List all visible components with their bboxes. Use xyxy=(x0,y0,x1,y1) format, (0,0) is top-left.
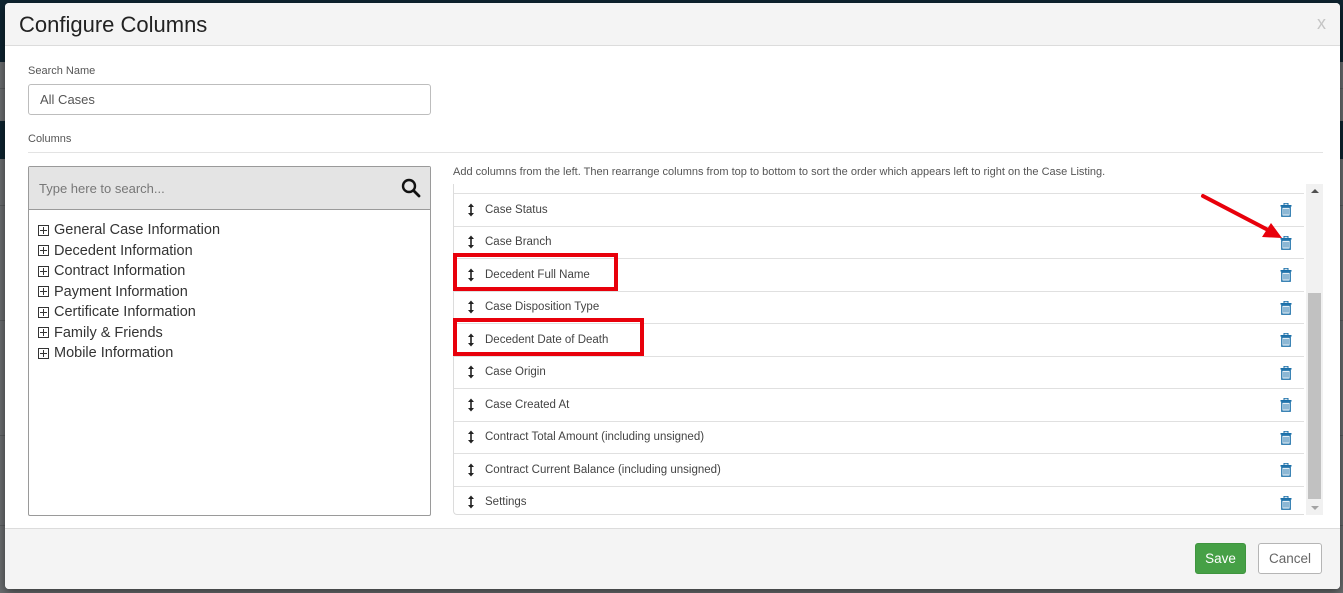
available-columns-panel: General Case Information Decedent Inform… xyxy=(28,166,431,516)
configure-columns-dialog: Configure Columns x Search Name Columns … xyxy=(5,3,1340,589)
expand-plus-icon[interactable] xyxy=(38,224,49,236)
expand-plus-icon[interactable] xyxy=(38,306,49,318)
column-label: Contract Total Amount (including unsigne… xyxy=(485,431,705,444)
field-search-bar xyxy=(29,167,430,210)
selected-column-row[interactable]: Decedent Full Name xyxy=(454,258,1304,291)
expand-plus-icon[interactable] xyxy=(38,245,49,257)
column-label: Case Branch xyxy=(485,236,552,249)
selected-column-row[interactable]: Case Status xyxy=(454,193,1304,226)
drag-sort-icon[interactable] xyxy=(466,300,476,314)
trash-icon[interactable] xyxy=(1280,300,1292,315)
selected-column-row[interactable]: Case Disposition Type xyxy=(454,290,1304,324)
column-label: Case Status xyxy=(485,203,548,216)
trash-icon[interactable] xyxy=(1280,463,1292,477)
search-icon[interactable] xyxy=(401,178,421,198)
category-general-case-information[interactable]: General Case Information xyxy=(38,220,430,241)
selected-column-row[interactable]: Case Created At xyxy=(454,388,1304,421)
selected-column-row[interactable]: Decedent Date of Death xyxy=(454,323,1304,356)
column-label: Case Origin xyxy=(485,366,546,379)
category-certificate-information[interactable]: Certificate Information xyxy=(38,302,430,323)
category-label: General Case Information xyxy=(54,222,221,239)
drag-sort-icon[interactable] xyxy=(466,430,476,444)
category-mobile-information[interactable]: Mobile Information xyxy=(38,343,430,364)
trash-icon[interactable] xyxy=(1280,235,1292,250)
trash-icon[interactable] xyxy=(1280,398,1292,412)
drag-sort-icon[interactable] xyxy=(466,268,476,282)
drag-sort-icon[interactable] xyxy=(466,398,476,412)
drag-sort-icon[interactable] xyxy=(466,463,476,477)
trash-icon[interactable] xyxy=(1280,430,1292,445)
trash-icon[interactable] xyxy=(1280,268,1292,282)
column-label: Decedent Full Name xyxy=(485,268,590,281)
search-name-label: Search Name xyxy=(28,65,96,77)
save-button[interactable]: Save xyxy=(1195,543,1246,574)
instructions-text: Add columns from the left. Then rearrang… xyxy=(453,166,1106,178)
trash-icon[interactable] xyxy=(1280,495,1292,510)
list-scrollbar[interactable] xyxy=(1306,184,1323,515)
expand-plus-icon[interactable] xyxy=(38,286,49,298)
category-label: Family & Friends xyxy=(54,324,163,341)
selected-column-row[interactable]: Contract Total Amount (including unsigne… xyxy=(454,420,1304,454)
selected-column-row[interactable]: Case Branch xyxy=(454,225,1304,259)
drag-sort-icon[interactable] xyxy=(466,495,476,509)
dialog-footer: Save Cancel xyxy=(5,528,1340,589)
cancel-button[interactable]: Cancel xyxy=(1258,543,1322,574)
expand-plus-icon[interactable] xyxy=(38,347,49,359)
column-label: Contract Current Balance (including unsi… xyxy=(485,463,721,476)
drag-sort-icon[interactable] xyxy=(466,203,476,217)
category-payment-information[interactable]: Payment Information xyxy=(38,282,430,303)
trash-icon[interactable] xyxy=(1280,203,1292,217)
scroll-thumb[interactable] xyxy=(1308,293,1321,499)
category-label: Payment Information xyxy=(54,283,188,300)
dialog-title: Configure Columns xyxy=(19,12,208,37)
drag-sort-icon[interactable] xyxy=(466,365,476,379)
category-tree: General Case Information Decedent Inform… xyxy=(29,210,430,364)
category-family-and-friends[interactable]: Family & Friends xyxy=(38,323,430,344)
trash-icon[interactable] xyxy=(1280,333,1292,347)
dialog-header: Configure Columns x xyxy=(5,3,1340,46)
scroll-down-arrow-icon[interactable] xyxy=(1306,501,1323,515)
selected-column-row[interactable]: Contract Current Balance (including unsi… xyxy=(454,453,1304,486)
selected-columns-list: Case Status Case Branch Decedent Full Name… xyxy=(453,184,1304,515)
close-icon[interactable]: x xyxy=(1317,14,1326,32)
column-label: Case Disposition Type xyxy=(485,301,600,314)
search-name-input[interactable] xyxy=(28,84,431,115)
category-label: Mobile Information xyxy=(54,345,174,362)
scroll-up-arrow-icon[interactable] xyxy=(1306,184,1323,198)
category-decedent-information[interactable]: Decedent Information xyxy=(38,241,430,262)
category-contract-information[interactable]: Contract Information xyxy=(38,261,430,282)
expand-plus-icon[interactable] xyxy=(38,265,49,277)
column-label: Case Created At xyxy=(485,398,570,411)
section-divider xyxy=(28,152,1323,153)
field-search-input[interactable] xyxy=(29,167,389,209)
column-label: Settings xyxy=(485,496,527,509)
drag-sort-icon[interactable] xyxy=(466,235,476,249)
column-label: Decedent Date of Death xyxy=(485,333,609,346)
expand-plus-icon[interactable] xyxy=(38,327,49,339)
category-label: Contract Information xyxy=(54,263,186,280)
category-label: Certificate Information xyxy=(54,304,196,321)
selected-column-row[interactable]: Settings xyxy=(454,485,1304,515)
drag-sort-icon[interactable] xyxy=(466,333,476,347)
columns-label: Columns xyxy=(28,133,72,145)
selected-column-row[interactable]: Case Origin xyxy=(454,355,1304,389)
trash-icon[interactable] xyxy=(1280,365,1292,380)
category-label: Decedent Information xyxy=(54,242,193,259)
